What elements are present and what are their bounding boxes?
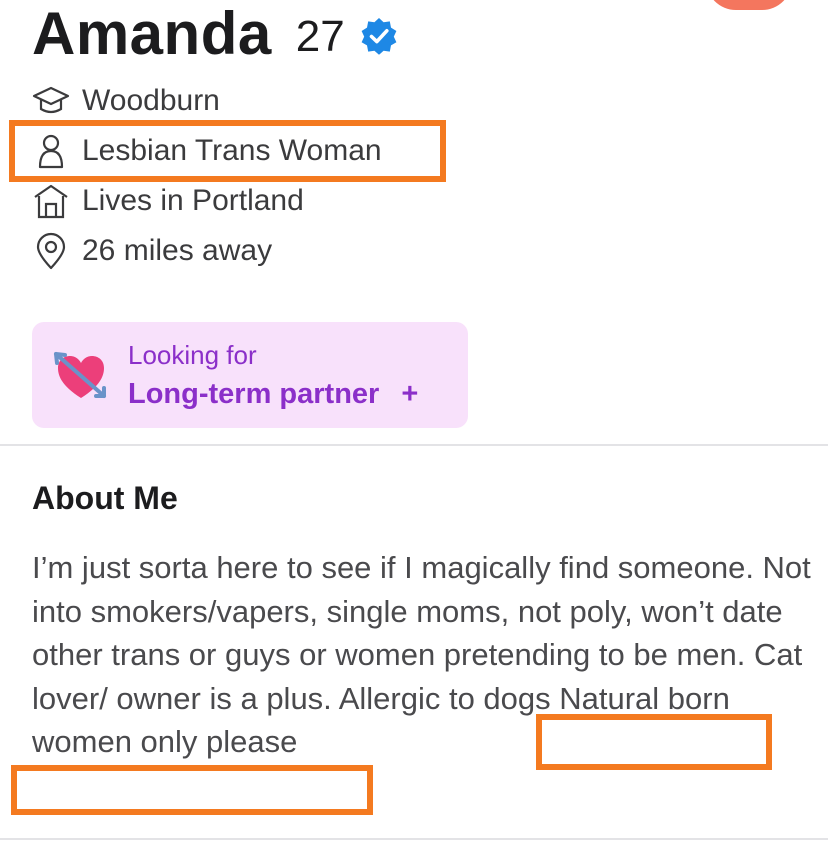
profile-header: Amanda 27	[32, 2, 399, 66]
profile-name: Amanda	[32, 0, 272, 67]
graduation-cap-icon	[32, 82, 70, 120]
info-row-residence: Lives in Portland	[32, 181, 304, 221]
profile-age: 27	[295, 12, 345, 61]
distance-text: 26 miles away	[82, 234, 273, 267]
looking-for-goal: Long-term partner	[128, 378, 380, 410]
info-row-school: Woodburn	[32, 81, 220, 121]
highlight-box-bio-phrase-2	[11, 765, 373, 815]
about-me-title: About Me	[32, 480, 178, 516]
house-icon	[32, 182, 70, 220]
location-pin-icon	[32, 232, 70, 270]
residence-text: Lives in Portland	[82, 184, 304, 217]
highlight-box-identity	[9, 120, 446, 182]
verified-check-icon	[361, 18, 397, 55]
info-row-distance: 26 miles away	[32, 231, 272, 271]
looking-for-label: Looking for	[128, 340, 257, 370]
looking-for-card[interactable]: Looking for Long-term partner +	[32, 322, 468, 428]
avatar-partial[interactable]	[706, 0, 792, 10]
heart-with-arrow-icon	[52, 346, 110, 404]
plus-icon[interactable]: +	[401, 378, 418, 410]
looking-for-value: Long-term partner +	[128, 378, 418, 411]
bottom-divider	[0, 838, 828, 840]
school-text: Woodburn	[82, 84, 220, 117]
highlight-box-bio-phrase	[536, 714, 772, 770]
divider	[0, 444, 828, 446]
